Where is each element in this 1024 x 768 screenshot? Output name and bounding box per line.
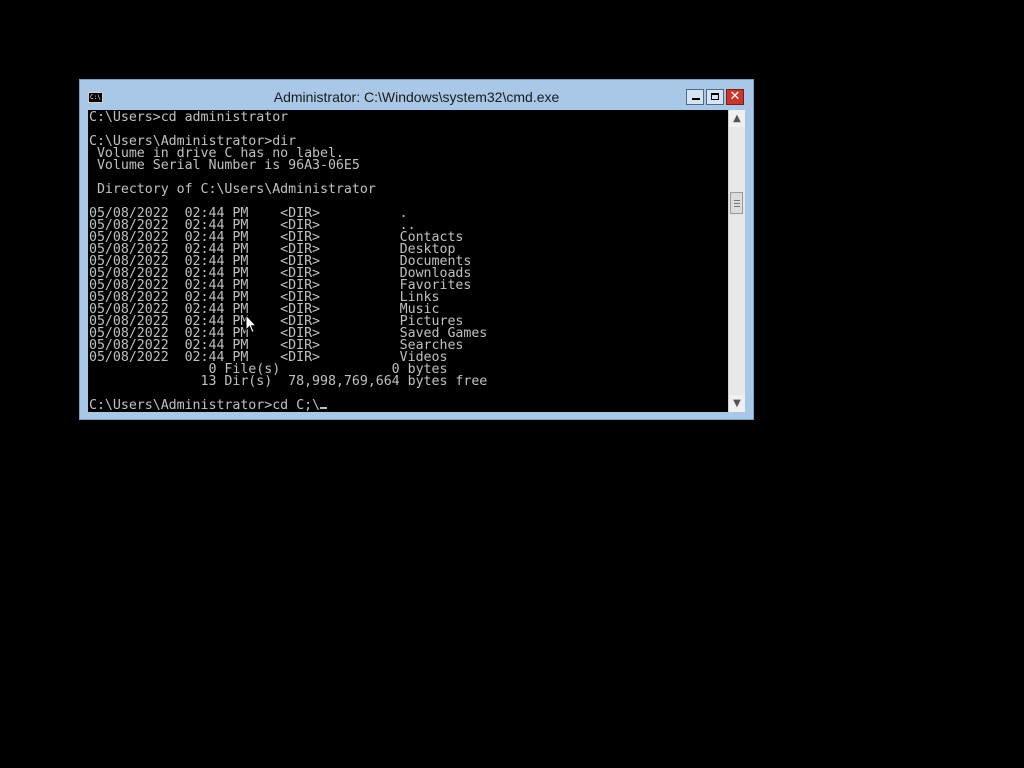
window-title: Administrator: C:\Windows\system32\cmd.e…: [273, 89, 560, 105]
title-bar[interactable]: C:\ Administrator: C:\Windows\system32\c…: [80, 80, 753, 110]
thumb-grip-line: [734, 200, 740, 201]
mouse-pointer-icon: [245, 314, 257, 334]
thumb-grip-line: [734, 203, 740, 204]
close-icon: ✕: [729, 89, 741, 104]
text-cursor: [320, 407, 327, 409]
console-output[interactable]: C:\Users>cd administrator C:\Users\Admin…: [88, 110, 728, 412]
desktop: C:\ Administrator: C:\Windows\system32\c…: [0, 0, 1024, 768]
thumb-grip-line: [734, 206, 740, 207]
vertical-scrollbar[interactable]: ▲ ▼: [728, 110, 745, 412]
close-button[interactable]: ✕: [726, 89, 744, 105]
console-line: C:\Users>cd administrator: [89, 110, 289, 125]
scroll-up-arrow-icon[interactable]: ▲: [729, 110, 745, 127]
console-history: C:\Users>cd administrator C:\Users\Admin…: [89, 110, 487, 389]
scroll-down-arrow-icon[interactable]: ▼: [729, 395, 745, 412]
console-text: C:\Users>cd administrator C:\Users\Admin…: [88, 110, 728, 412]
console-line: Directory of C:\Users\Administrator: [96, 182, 376, 197]
console-prompt-line[interactable]: C:\Users\Administrator>cd C;\: [89, 398, 320, 412]
minimize-icon: [692, 98, 700, 100]
cmd-window[interactable]: C:\ Administrator: C:\Windows\system32\c…: [79, 79, 754, 420]
maximize-button[interactable]: [706, 89, 724, 105]
console-line: 13 Dir(s) 78,998,769,664 bytes free: [200, 374, 488, 389]
scrollbar-thumb[interactable]: [730, 192, 743, 214]
console-line: Volume Serial Number is 96A3-06E5: [96, 158, 360, 173]
maximize-icon: [711, 93, 719, 100]
minimize-button[interactable]: [686, 89, 704, 105]
